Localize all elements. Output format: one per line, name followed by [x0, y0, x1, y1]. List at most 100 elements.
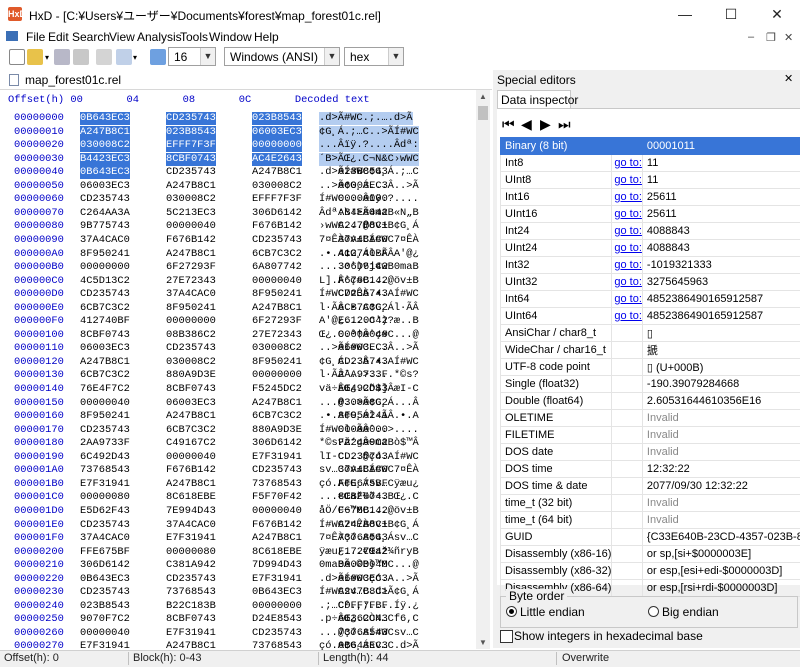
- hex-group[interactable]: 0B643EC3: [80, 166, 130, 179]
- open-file-icon[interactable]: [27, 49, 43, 65]
- offset-base-select[interactable]: hex ▼: [344, 47, 404, 66]
- inspector-value[interactable]: 4852386490165912587: [642, 308, 800, 325]
- hex-group[interactable]: E7F31941: [166, 532, 216, 545]
- hex-group[interactable]: F5245DC2: [252, 383, 302, 396]
- inspector-value[interactable]: 4852386490165912587: [642, 291, 800, 308]
- decoded-text[interactable]: ..>Ã¢G¸Á...Â..>Ã: [319, 180, 419, 193]
- inspector-value[interactable]: or sp,[si+$0000003E]: [642, 546, 800, 563]
- hex-group[interactable]: D24E8543: [252, 613, 302, 626]
- goto-link[interactable]: go to:: [612, 240, 643, 257]
- hex-group[interactable]: AC4E2643: [252, 153, 302, 166]
- hex-group[interactable]: A247B8C1: [166, 180, 216, 193]
- goto-link[interactable]: go to:: [612, 155, 643, 172]
- special-editors-close-button[interactable]: ✕: [784, 72, 793, 85]
- hex-group[interactable]: E7F31941: [80, 478, 130, 491]
- mdi-close-button[interactable]: ✕: [784, 31, 793, 44]
- hex-group[interactable]: 00000080: [166, 546, 216, 559]
- goto-link[interactable]: go to:: [612, 274, 643, 291]
- hex-group[interactable]: 306D6142: [252, 437, 302, 450]
- inspector-value[interactable]: -190.39079284668: [642, 376, 800, 393]
- hex-group[interactable]: 08B386C2: [166, 329, 216, 342]
- hex-group[interactable]: 00000080: [80, 491, 130, 504]
- goto-link[interactable]: go to:: [612, 206, 643, 223]
- hex-group[interactable]: C381A942: [166, 559, 216, 572]
- hex-group[interactable]: 8C618EBE: [166, 491, 216, 504]
- hex-group[interactable]: CD235743: [252, 234, 302, 247]
- hex-group[interactable]: E7F31941: [166, 627, 216, 640]
- hex-group[interactable]: 8F950241: [80, 248, 130, 261]
- decoded-text[interactable]: 7¤ÊÀçó.A¢G¸Ásv…C: [319, 532, 419, 545]
- menu-view[interactable]: View: [109, 30, 135, 44]
- hex-group[interactable]: 023B8543: [252, 112, 302, 125]
- hex-group[interactable]: 6CB7C3C2: [252, 410, 302, 423]
- hex-group[interactable]: FFE675BF: [80, 546, 130, 559]
- menu-search[interactable]: Search: [72, 30, 110, 44]
- hex-group[interactable]: CD235743: [80, 288, 130, 301]
- hex-group[interactable]: A247B8C1: [80, 126, 130, 139]
- hex-group[interactable]: 880A9D3E: [166, 369, 216, 382]
- inspector-value[interactable]: -1019321333: [642, 257, 800, 274]
- inspector-value[interactable]: 2.60531644610356E16: [642, 393, 800, 410]
- inspector-row[interactable]: GUID{C33E640B-23CD-4357-023B-8543: [501, 529, 800, 546]
- hex-group[interactable]: E7F31941: [80, 640, 130, 650]
- inspector-value[interactable]: 3275645963: [642, 274, 800, 291]
- decoded-text[interactable]: *©s?Ä‘gÂ0maBò$™Â: [319, 437, 419, 450]
- hex-group[interactable]: 030008C2: [166, 356, 216, 369]
- decoded-text[interactable]: ...Âïÿ.?....Âdª:: [319, 139, 419, 152]
- menu-edit[interactable]: Edit: [48, 30, 69, 44]
- hex-group[interactable]: 73768543: [80, 464, 130, 477]
- inspector-row[interactable]: Int24go to:4088843: [501, 223, 800, 240]
- maximize-button[interactable]: ☐: [708, 0, 754, 28]
- hex-group[interactable]: A247B8C1: [252, 302, 302, 315]
- vertical-scrollbar[interactable]: [476, 90, 490, 649]
- menu-analysis[interactable]: Analysis: [137, 30, 182, 44]
- decoded-text[interactable]: 0maBÃ.©B}™MC...@: [319, 559, 419, 572]
- hex-group[interactable]: 00000040: [166, 451, 216, 464]
- decoded-text[interactable]: .;…C².,;....Íÿ.¿: [319, 600, 419, 613]
- hex-group[interactable]: A247B8C1: [252, 532, 302, 545]
- document-icon[interactable]: [6, 31, 18, 41]
- decoded-text[interactable]: ¢G¸Á...Â.•.AÍ#WC: [319, 356, 419, 369]
- menu-help[interactable]: Help: [254, 30, 279, 44]
- inspector-row[interactable]: Disassembly (x86-32)or esp,[esi+edi-$000…: [501, 563, 800, 580]
- menu-file[interactable]: File: [26, 30, 45, 44]
- goto-link[interactable]: go to:: [612, 189, 643, 206]
- inspector-row[interactable]: Single (float32)-190.39079284668: [501, 376, 800, 393]
- decoded-text[interactable]: åÖ/C~™MC...@öv±B: [319, 505, 419, 518]
- hex-group[interactable]: F676B142: [252, 220, 302, 233]
- decoded-text[interactable]: Í#WCl·ÃÂˆ..>....: [319, 424, 419, 437]
- inspector-row[interactable]: UInt16go to:25611: [501, 206, 800, 223]
- hex-group[interactable]: 030008C2: [80, 139, 130, 152]
- inspector-value[interactable]: ▯ (U+000B): [642, 359, 800, 376]
- mdi-minimize-button[interactable]: –: [748, 31, 754, 43]
- hex-group[interactable]: C49167C2: [166, 437, 216, 450]
- hex-group[interactable]: E5D62F43: [80, 505, 130, 518]
- inspector-row[interactable]: OLETIMEInvalid: [501, 410, 800, 427]
- decoded-text[interactable]: .d>Ã͏#WC.;.….d>Ã: [319, 112, 413, 125]
- inspector-value[interactable]: 11: [642, 155, 800, 172]
- hex-group[interactable]: CD235743: [80, 519, 130, 532]
- decoded-text[interactable]: ´B>ÃŒ¿.C¬N&C›wWC: [319, 153, 419, 166]
- hex-group[interactable]: 306D6142: [80, 559, 130, 572]
- decoded-text[interactable]: A'@¿....o')?æ..B: [319, 315, 419, 328]
- hex-group[interactable]: 06003EC3: [80, 342, 130, 355]
- hex-group[interactable]: CD235743: [166, 166, 216, 179]
- hex-group[interactable]: B4423EC3: [80, 153, 130, 166]
- decoded-text[interactable]: çó.A¢G¸Ásv…Cÿæu¿: [319, 478, 419, 491]
- decoded-text[interactable]: ›wWC...@öv±B¢G¸Á: [319, 220, 419, 233]
- inspector-row[interactable]: DOS dateInvalid: [501, 444, 800, 461]
- hex-group[interactable]: CD235743: [80, 424, 130, 437]
- decoded-text[interactable]: .•.A¢G¸Ál·ÃÂA'@¿: [319, 248, 419, 261]
- decoded-text[interactable]: ÿæu¿...€Œaž¾ñryB: [319, 546, 419, 559]
- hex-group[interactable]: 00000040: [166, 220, 216, 233]
- hex-group[interactable]: A247B8C1: [166, 640, 216, 650]
- hex-group[interactable]: 37A4CAC0: [166, 288, 216, 301]
- inspector-value[interactable]: Invalid: [642, 444, 800, 461]
- hex-group[interactable]: 023B8543: [166, 126, 216, 139]
- hex-group[interactable]: 030008C2: [252, 180, 302, 193]
- inspector-value[interactable]: 搋: [642, 342, 800, 359]
- goto-link[interactable]: go to:: [612, 257, 643, 274]
- little-endian-radio[interactable]: [506, 606, 517, 617]
- hex-group[interactable]: EFFF7F3F: [166, 139, 216, 152]
- hex-integers-checkbox[interactable]: [500, 630, 513, 643]
